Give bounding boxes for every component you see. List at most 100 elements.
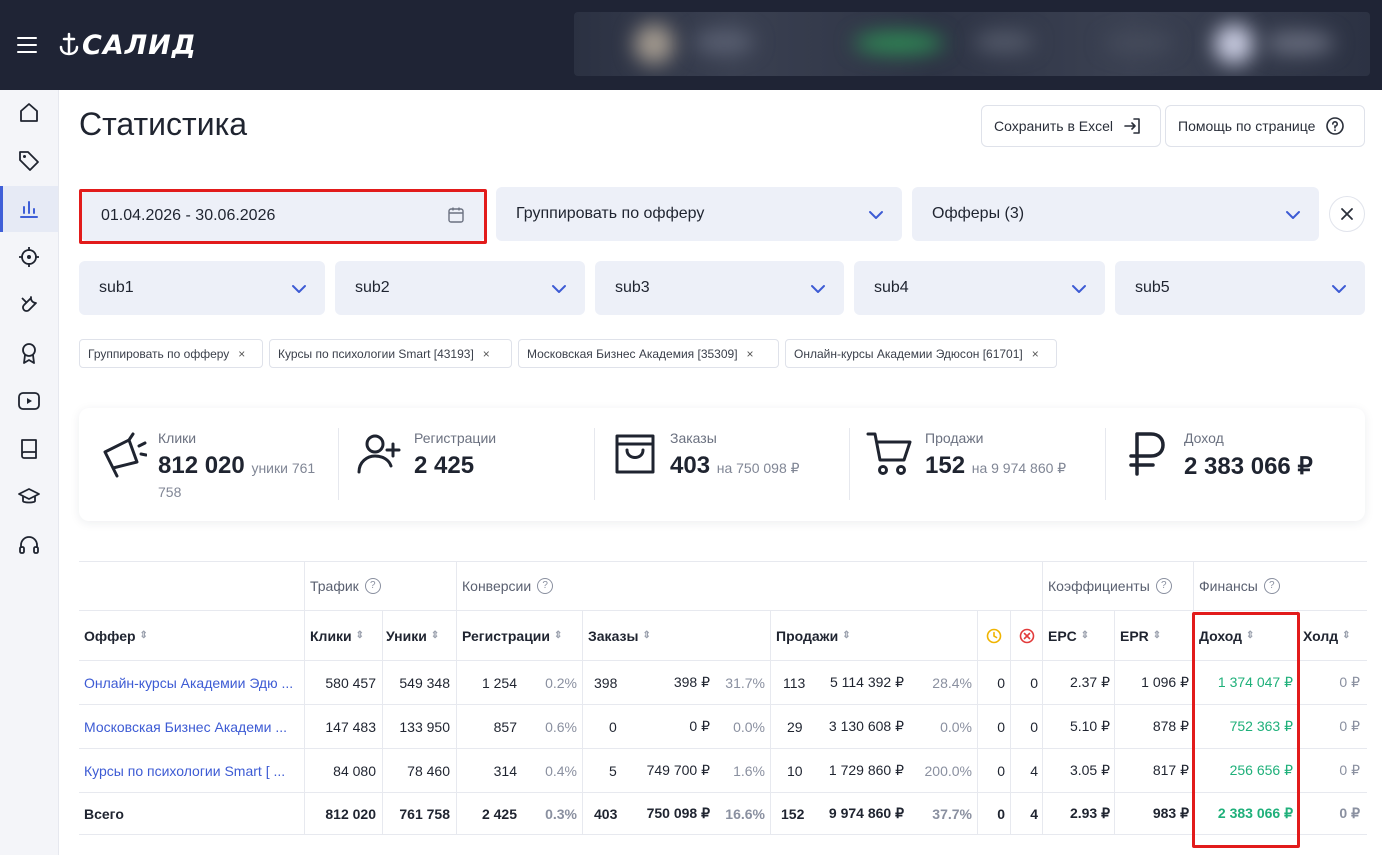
metric-income: Доход 2 383 066 ₽: [1125, 428, 1355, 500]
col-uniques[interactable]: Уники ⇕: [386, 611, 456, 660]
tools-icon: [21, 296, 37, 312]
col-uniques-label: Уники: [386, 627, 427, 644]
filter-chip: Онлайн-курсы Академии Эдюсон [61701] ×: [785, 339, 1057, 368]
cell-orders-pct: 0.0%: [733, 718, 765, 735]
sub5-select[interactable]: sub5: [1115, 261, 1365, 315]
close-icon: [1341, 208, 1353, 220]
group-finance: Финансы?: [1199, 562, 1349, 610]
chevron-down-icon: [1286, 211, 1300, 219]
total-orders-pct: 16.6%: [725, 805, 765, 822]
col-pending[interactable]: [978, 611, 1010, 660]
table-row: Курсы по психологии Smart [ ... 84 080 7…: [79, 749, 1367, 793]
help-icon[interactable]: ?: [1155, 578, 1172, 594]
cell-registrations: 857: [493, 718, 517, 735]
remove-chip-icon[interactable]: ×: [238, 347, 245, 361]
remove-chip-icon[interactable]: ×: [747, 347, 754, 361]
sales-value: 152: [925, 452, 966, 479]
page-help-button[interactable]: Помощь по странице: [1165, 105, 1365, 147]
offer-name: Московская Бизнес Академи: [84, 718, 272, 735]
user-plus-icon: [357, 434, 401, 474]
remove-chip-icon[interactable]: ×: [483, 347, 490, 361]
total-uniques: 761 758: [399, 805, 450, 822]
col-registrations[interactable]: Регистрации ⇕: [462, 611, 582, 660]
blurred-user-area: [574, 12, 1370, 76]
col-rejected[interactable]: [1011, 611, 1043, 660]
help-icon[interactable]: ?: [537, 578, 554, 594]
sidebar-item-education[interactable]: [0, 474, 58, 520]
total-income: 2 383 066 ₽: [1217, 805, 1293, 821]
rejected-icon: [1019, 628, 1035, 643]
offer-link[interactable]: Курсы по психологии Smart [ ...: [84, 749, 299, 792]
col-income[interactable]: Доход ⇕: [1199, 611, 1289, 660]
metric-clicks: Клики 812 020 уники 761 758: [99, 428, 329, 500]
column-divider: [1114, 611, 1115, 835]
col-clicks-label: Клики: [310, 627, 352, 644]
sidebar-item-knowledge[interactable]: [0, 426, 58, 472]
sidebar-item-home[interactable]: [0, 90, 58, 136]
megaphone-icon: [103, 432, 147, 478]
sidebar-item-statistics[interactable]: [0, 186, 58, 232]
sub1-select[interactable]: sub1: [79, 261, 325, 315]
column-divider: [304, 561, 305, 835]
menu-icon[interactable]: [17, 37, 37, 53]
tag-icon: [19, 151, 39, 171]
video-icon: [18, 392, 40, 410]
cell-orders-pct: 1.6%: [733, 762, 765, 779]
chevron-down-icon: [1072, 285, 1086, 293]
sort-icon: ⇕: [355, 630, 365, 641]
offers-value: Офферы (3): [932, 205, 1025, 222]
award-icon: [22, 343, 36, 364]
cell-rejected: 0: [1030, 674, 1038, 691]
sidebar-item-offers[interactable]: [0, 138, 58, 184]
cell-pending: 0: [997, 674, 1005, 691]
sub4-select[interactable]: sub4: [854, 261, 1105, 315]
export-excel-button[interactable]: Сохранить в Excel: [981, 105, 1161, 147]
sub3-select[interactable]: sub3: [595, 261, 844, 315]
metric-value: 152 на 9 974 860 ₽: [925, 452, 1066, 480]
col-epr-label: EPR: [1120, 627, 1149, 644]
clear-filters-button[interactable]: [1329, 196, 1365, 232]
group-conversions: Конверсии?: [462, 562, 762, 610]
remove-chip-icon[interactable]: ×: [1032, 347, 1039, 361]
cell-registrations: 1 254: [481, 674, 517, 691]
col-orders[interactable]: Заказы ⇕: [588, 611, 708, 660]
sidebar-item-tools[interactable]: [0, 282, 58, 328]
offer-name: Онлайн-курсы Академии Эдю: [84, 674, 278, 691]
offers-select[interactable]: Офферы (3): [912, 187, 1319, 241]
sub2-select[interactable]: sub2: [335, 261, 585, 315]
col-epr[interactable]: EPR ⇕: [1120, 611, 1185, 660]
divider: [338, 428, 339, 500]
col-sales[interactable]: Продажи ⇕: [776, 611, 896, 660]
sort-icon: ⇕: [430, 630, 440, 641]
sidebar-item-support[interactable]: [0, 522, 58, 568]
col-offer[interactable]: Оффер ⇕: [84, 611, 299, 660]
table-group-header: Трафик? Конверсии? Коэффициенты? Финансы…: [79, 561, 1367, 611]
summary-panel: Клики 812 020 уники 761 758 Регистрации …: [79, 408, 1365, 521]
col-hold[interactable]: Холд ⇕: [1303, 611, 1363, 660]
cell-sales-sum: 3 130 608 ₽: [828, 718, 904, 734]
help-icon[interactable]: ?: [364, 578, 381, 594]
help-icon[interactable]: ?: [1263, 578, 1280, 594]
cell-epr: 878 ₽: [1152, 718, 1189, 734]
metric-label: Продажи: [925, 430, 984, 446]
col-clicks[interactable]: Клики ⇕: [310, 611, 380, 660]
total-label: Всего: [84, 805, 124, 822]
col-epc[interactable]: EPC ⇕: [1048, 611, 1113, 660]
sidebar: [0, 90, 59, 855]
cell-registrations-pct: 0.4%: [545, 762, 577, 779]
sidebar-item-targeting[interactable]: [0, 234, 58, 280]
sidebar-item-awards[interactable]: [0, 330, 58, 376]
sort-icon: ⇕: [642, 630, 651, 641]
date-range-input[interactable]: 01.04.2026 - 30.06.2026: [81, 191, 485, 241]
offer-link[interactable]: Московская Бизнес Академи ...: [84, 705, 299, 748]
logo[interactable]: САЛИД: [58, 28, 197, 62]
sidebar-item-video[interactable]: [0, 378, 58, 424]
column-divider: [582, 611, 583, 835]
column-divider: [977, 611, 978, 835]
col-registrations-label: Регистрации: [462, 627, 551, 644]
col-hold-label: Холд: [1303, 627, 1339, 644]
column-divider: [770, 611, 771, 835]
group-by-select[interactable]: Группировать по офферу: [496, 187, 902, 241]
offer-link[interactable]: Онлайн-курсы Академии Эдю ...: [84, 661, 299, 704]
metric-value: 403 на 750 098 ₽: [670, 452, 800, 480]
